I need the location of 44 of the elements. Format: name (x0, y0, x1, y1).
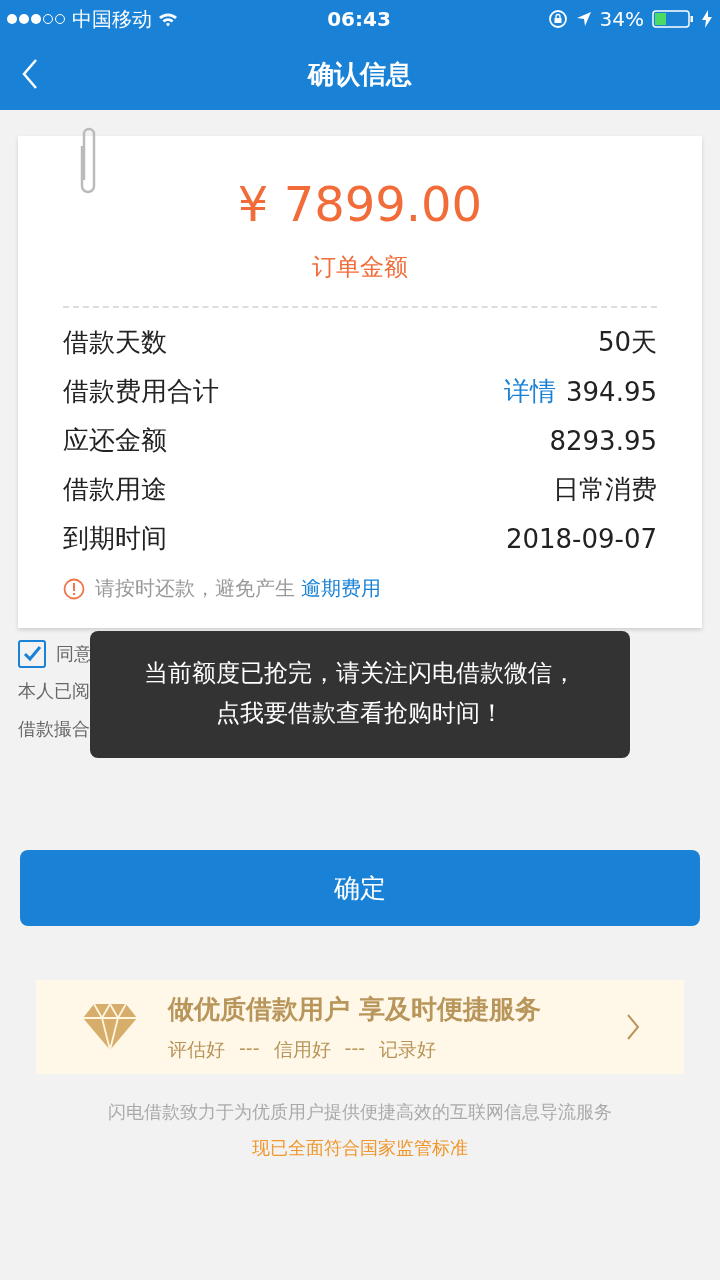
wifi-icon (158, 11, 178, 27)
charging-icon (702, 10, 712, 28)
carrier-name: 中国移动 (72, 5, 152, 33)
page-title: 确认信息 (308, 57, 412, 91)
row-label: 借款费用合计 (63, 375, 219, 408)
details-link[interactable]: 详情 (504, 374, 556, 409)
signal-icon (6, 13, 66, 25)
battery-percent: 34% (599, 7, 644, 31)
row-label: 借款用途 (63, 473, 167, 506)
row-label: 借款天数 (63, 326, 167, 359)
warning-icon (63, 577, 85, 600)
row-value: 2018-09-07 (505, 523, 657, 554)
order-amount: ¥ 7899.00 (237, 175, 483, 234)
message-toast[interactable]: 当前额度已抢完，请关注闪电借款微信，点我要借款查看抢购时间！ (90, 631, 630, 758)
amount-label: 订单金额 (312, 252, 408, 283)
row-value: 394.95 (566, 376, 657, 407)
confirm-button[interactable]: 确定 (20, 850, 700, 926)
row-label: 应还金额 (63, 424, 167, 457)
compliance-text: 现已全面符合国家监管标准 (252, 1136, 468, 1160)
agree-checkbox[interactable] (18, 640, 46, 668)
banner-title: 做优质借款用户 享及时便捷服务 (168, 992, 543, 1026)
row-value: 日常消费 (553, 473, 657, 506)
rotation-lock-icon (547, 9, 568, 29)
banner-tag: 记录好 (379, 1036, 437, 1063)
notice-text: 请按时还款，避免产生 (95, 575, 295, 602)
location-arrow-icon (575, 11, 592, 27)
diamond-icon (82, 1003, 138, 1051)
banner-tag: --- (239, 1036, 260, 1063)
agreement-text: 本人已阅 (18, 679, 90, 703)
footer-text: 闪电借款致力于为优质用户提供便捷高效的互联网信息导流服务 (108, 1100, 612, 1124)
agreement-text: 借款撮合 (18, 717, 90, 741)
row-value: 50天 (597, 326, 657, 359)
banner-tag: 信用好 (273, 1036, 331, 1063)
clock-time: 06:43 (327, 7, 391, 31)
banner-tag: 评估好 (168, 1036, 225, 1063)
promo-banner[interactable]: 做优质借款用户 享及时便捷服务 评估好 --- 信用好 --- 记录好 (36, 980, 684, 1074)
overdue-fee-link[interactable]: 逾期费用 (301, 575, 381, 602)
row-value: 8293.95 (549, 425, 657, 456)
chevron-right-icon (626, 1013, 640, 1041)
agree-label: 同意 (56, 642, 92, 666)
battery-icon (652, 10, 694, 28)
row-label: 到期时间 (63, 522, 167, 555)
back-button[interactable] (22, 59, 38, 89)
banner-tag: --- (344, 1036, 366, 1063)
